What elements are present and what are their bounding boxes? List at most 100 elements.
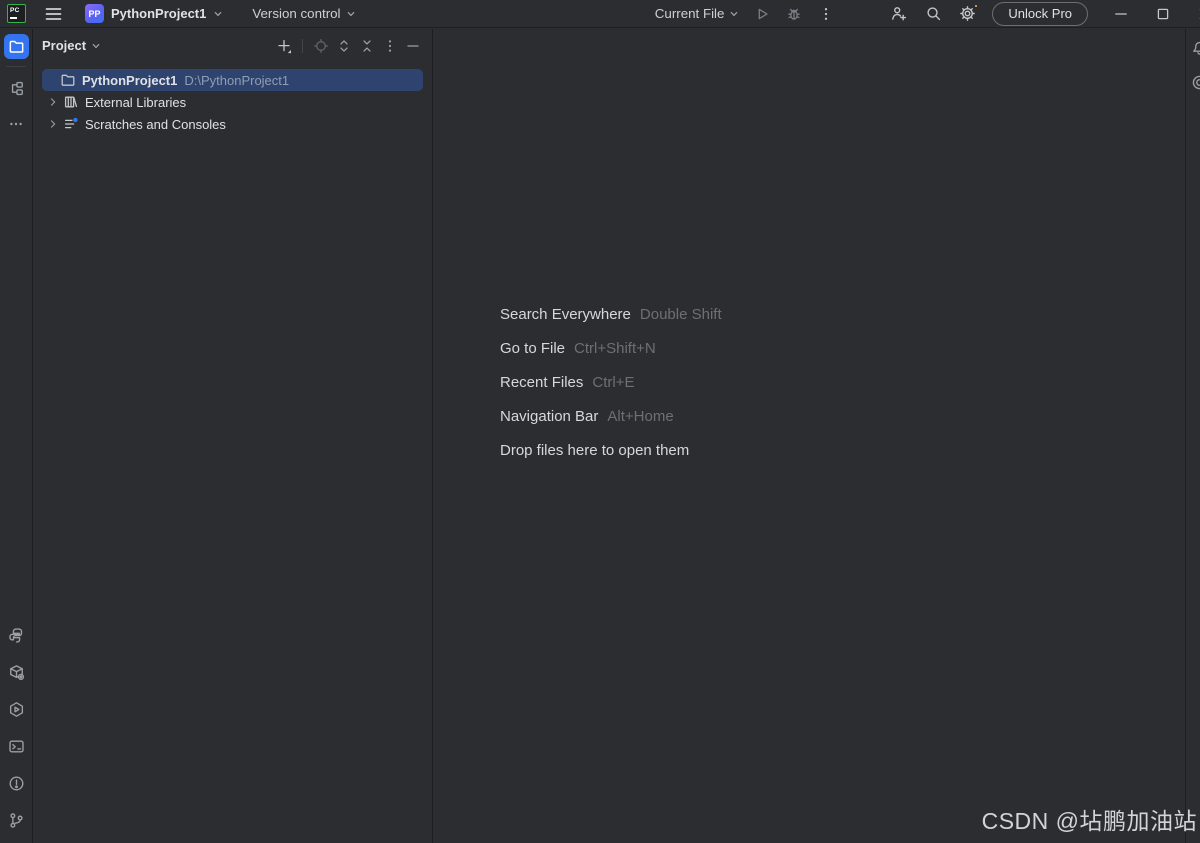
ellipsis-icon [8,116,24,132]
bell-icon [1191,39,1200,56]
kebab-menu-icon [382,38,398,54]
libraries-icon [63,94,79,110]
search-everywhere-button[interactable] [925,5,942,22]
run-config-label: Current File [654,6,725,21]
collapse-all-icon [359,38,375,54]
folder-icon [8,38,25,55]
right-tool-stripe [1185,29,1200,843]
hamburger-icon [45,7,62,21]
add-user-icon [890,5,907,22]
toolwindow-git-button[interactable] [4,808,29,833]
ai-assistant-button[interactable] [1191,74,1200,91]
tree-item-label: Scratches and Consoles [85,116,226,132]
problems-icon [8,775,25,792]
project-tree: PythonProject1 D:\PythonProject1 Externa… [33,69,432,135]
notifications-button[interactable] [1191,39,1200,56]
play-icon [754,6,770,22]
toolwindow-problems-button[interactable] [4,771,29,796]
toolwindow-structure-button[interactable] [4,76,29,101]
minimize-button[interactable] [1100,0,1142,28]
toolwindow-project-button[interactable] [3,34,29,59]
tree-row-external-libraries[interactable]: External Libraries [33,91,432,113]
tree-item-label: External Libraries [85,94,187,110]
maximize-button[interactable] [1142,0,1184,28]
project-tool-window: Project PythonProject1 D:\PythonProject1… [33,29,433,843]
csdn-watermark: CSDN @坫鹏加油站 [981,808,1197,834]
shortcut-hint-row: Drop files here to open them [500,442,722,463]
toolbar-divider [302,38,303,53]
collapse-all-button[interactable] [359,38,375,54]
run-configuration-selector[interactable]: Current File [655,6,740,21]
search-icon [925,5,942,22]
shortcut-label: Go to File [500,340,566,357]
shortcut-keys: Alt+Home [607,408,674,425]
toolwindow-terminal-button[interactable] [4,734,29,759]
expand-all-button[interactable] [336,38,352,54]
chevron-down-icon [91,41,101,51]
version-control-label: Version control [252,6,341,21]
window-controls [1100,0,1200,28]
shortcut-keys: Ctrl+E [592,374,635,391]
tree-row-scratches[interactable]: Scratches and Consoles [33,113,432,135]
title-bar-left: PC PP PythonProject1 Version control [0,0,356,27]
shortcut-label: Navigation Bar [500,408,599,425]
locate-file-button[interactable] [313,38,329,54]
panel-options-button[interactable] [382,38,398,54]
code-with-me-button[interactable] [890,5,907,22]
project-view-selector[interactable]: Project [42,38,101,53]
pycharm-window: PC PP PythonProject1 Version control Cur… [0,0,1200,843]
editor-empty-area: Search Everywhere Double Shift Go to Fil… [434,29,1184,843]
toolwindow-python-console-button[interactable] [4,623,29,648]
services-icon [8,701,25,718]
title-bar-right: Current File Unlock Pro [655,0,1200,27]
target-icon [313,38,329,54]
left-stripe-bottom [4,623,29,843]
tree-item-path: D:\PythonProject1 [184,72,290,88]
debug-button[interactable] [786,6,802,22]
project-panel-header: Project [33,29,432,62]
shortcut-keys: Ctrl+Shift+N [574,340,656,357]
shortcut-hint-row: Navigation Bar Alt+Home [500,408,722,429]
more-actions-button[interactable] [818,6,834,22]
shortcut-label: Drop files here to open them [500,442,690,459]
title-bar: PC PP PythonProject1 Version control Cur… [0,0,1200,28]
left-tool-stripe [0,29,33,843]
expand-all-icon [336,38,352,54]
python-icon [8,627,25,644]
tree-row-project-root[interactable]: PythonProject1 D:\PythonProject1 [42,69,423,91]
project-selector[interactable]: PP PythonProject1 [85,4,223,23]
plus-icon [276,38,292,54]
version-control-widget[interactable]: Version control [252,6,355,21]
kebab-menu-icon [818,6,834,22]
close-button[interactable] [1184,0,1200,28]
project-name: PythonProject1 [111,6,207,21]
stripe-divider [6,66,26,67]
ai-assistant-icon [1191,74,1200,91]
run-button[interactable] [754,6,770,22]
settings-button[interactable] [959,3,980,22]
package-icon [8,664,25,681]
main-menu-button[interactable] [45,7,62,21]
chevron-right-icon[interactable] [46,117,60,131]
minus-icon [405,38,421,54]
toolwindow-services-button[interactable] [4,697,29,722]
scratches-icon [63,116,79,132]
chevron-down-icon [729,9,739,19]
chevron-down-icon [346,9,356,19]
chevron-right-icon[interactable] [46,95,60,109]
maximize-icon [1156,7,1170,21]
shortcut-hint-row: Recent Files Ctrl+E [500,374,722,395]
toolwindow-python-packages-button[interactable] [4,660,29,685]
shortcut-label: Search Everywhere [500,306,631,323]
unlock-pro-button[interactable]: Unlock Pro [992,1,1088,26]
project-panel-toolbar [276,38,421,54]
shortcut-label: Recent Files [500,374,584,391]
shortcut-keys: Double Shift [639,306,722,323]
hide-panel-button[interactable] [405,38,421,54]
bug-icon [786,6,802,22]
minimize-icon [1114,7,1128,21]
pycharm-logo-text: PC [10,7,20,14]
structure-icon [8,80,25,97]
add-button[interactable] [276,38,292,54]
more-toolwindows-button[interactable] [4,111,29,136]
